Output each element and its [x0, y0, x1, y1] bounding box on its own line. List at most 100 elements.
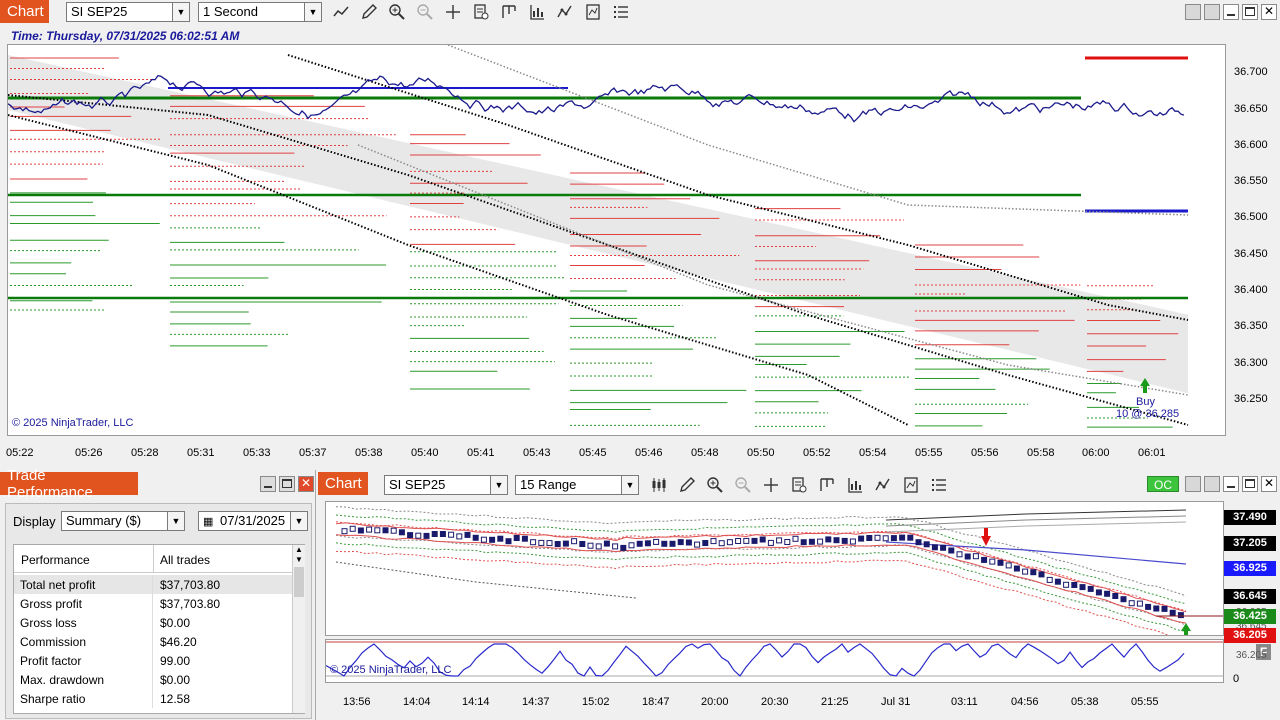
candle	[997, 559, 1004, 566]
bar-chart-icon[interactable]	[527, 2, 547, 22]
candle	[726, 539, 733, 546]
price-badge: 36.645	[1224, 589, 1276, 604]
candlestick-icon[interactable]	[649, 475, 669, 495]
interval-selector[interactable]: 15 Range ▼	[515, 475, 639, 495]
instrument-selector[interactable]: SI SEP25 ▼	[384, 475, 508, 495]
chevron-down-icon[interactable]: ▼	[290, 512, 307, 530]
tile-icon[interactable]	[1204, 4, 1220, 20]
candle	[735, 538, 742, 544]
list-icon[interactable]	[611, 2, 631, 22]
close-button[interactable]: ✕	[298, 476, 314, 492]
minimize-button[interactable]	[1223, 4, 1239, 20]
top-chart-tab[interactable]: Chart	[0, 0, 49, 23]
table-row[interactable]: Gross profit $37,703.80	[14, 594, 292, 613]
indicators-icon[interactable]	[873, 475, 893, 495]
zoom-in-icon[interactable]	[387, 2, 407, 22]
value-area-shade	[8, 55, 1188, 394]
column-divider	[153, 545, 154, 573]
candle	[562, 540, 569, 547]
price-tick-label: 36.450	[1234, 248, 1268, 260]
oscillator-panel[interactable]: © 2025 NinjaTrader, LLC	[325, 639, 1224, 683]
close-button[interactable]: ✕	[1261, 476, 1277, 492]
line-chart-icon[interactable]	[331, 2, 351, 22]
top-chart-window: Chart SI SEP25 ▼ 1 Second ▼ ✕ Time: Thur…	[0, 0, 1280, 467]
list-icon[interactable]	[929, 475, 949, 495]
tile-icon[interactable]	[1185, 476, 1201, 492]
candle	[472, 534, 479, 541]
zoom-out-icon[interactable]	[415, 2, 435, 22]
minimize-button[interactable]	[260, 476, 276, 492]
tile-icon[interactable]	[1185, 4, 1201, 20]
scroll-thumb[interactable]	[294, 567, 304, 597]
calendar-icon[interactable]: ▦	[203, 516, 213, 528]
column-header-all-trades[interactable]: All trades	[160, 553, 210, 567]
chevron-down-icon[interactable]: ▼	[304, 3, 321, 21]
table-row[interactable]: Profit factor 99.00	[14, 651, 292, 670]
row-label: Total net profit	[14, 575, 153, 594]
maximize-button[interactable]	[1242, 476, 1258, 492]
chevron-down-icon[interactable]: ▼	[172, 3, 189, 21]
scroll-up-icon[interactable]: ▲	[293, 545, 305, 555]
table-row[interactable]: Gross loss $0.00	[14, 613, 292, 632]
candle	[521, 535, 528, 542]
time-tick-label: 14:14	[462, 696, 490, 708]
strategy-icon[interactable]	[583, 2, 603, 22]
drawing-tools-icon[interactable]	[499, 2, 519, 22]
zoom-out-icon[interactable]	[733, 475, 753, 495]
bar-chart-icon[interactable]	[845, 475, 865, 495]
price-badge: 36.205	[1224, 628, 1276, 643]
candle	[456, 533, 463, 540]
price-tick-label: 36.350	[1234, 320, 1268, 332]
table-row[interactable]: Sharpe ratio 12.58	[14, 689, 292, 708]
zoom-in-icon[interactable]	[705, 475, 725, 495]
drawing-tools-icon[interactable]	[817, 475, 837, 495]
candle	[366, 526, 373, 533]
perf-content: Display Summary ($) ▼ ▦ 07/31/2025 ▼ Per…	[5, 503, 312, 719]
table-row[interactable]: Max. drawdown $0.00	[14, 670, 292, 689]
top-price-panel[interactable]: © 2025 NinjaTrader, LLC Buy 10 @ 36.285	[7, 44, 1226, 436]
maximize-button[interactable]	[279, 476, 295, 492]
minimize-button[interactable]	[1223, 476, 1239, 492]
time-tick-label: 05:48	[691, 447, 719, 459]
instrument-selector[interactable]: SI SEP25 ▼	[66, 2, 190, 22]
pencil-icon[interactable]	[359, 2, 379, 22]
candle	[882, 535, 889, 542]
display-selector[interactable]: Summary ($) ▼	[61, 511, 185, 531]
properties-icon[interactable]	[789, 475, 809, 495]
properties-icon[interactable]	[471, 2, 491, 22]
top-price-chart[interactable]	[8, 45, 1226, 436]
candle	[1177, 612, 1184, 619]
candle	[1128, 600, 1135, 607]
pencil-icon[interactable]	[677, 475, 697, 495]
candle	[964, 553, 971, 560]
strategy-icon[interactable]	[901, 475, 921, 495]
column-header-performance[interactable]: Performance	[21, 553, 90, 567]
scrollbar[interactable]: ▲ ▼	[292, 545, 305, 713]
candle	[1013, 565, 1020, 572]
trade-performance-tab[interactable]: Trade Performance	[0, 467, 138, 501]
candle	[1153, 605, 1160, 612]
bottom-price-chart[interactable]	[326, 502, 1224, 636]
chevron-down-icon[interactable]: ▼	[167, 512, 184, 530]
bottom-chart-tab[interactable]: Chart	[318, 472, 368, 495]
chevron-down-icon[interactable]: ▼	[621, 476, 638, 494]
scroll-down-icon[interactable]: ▼	[293, 555, 305, 565]
tile-icon[interactable]	[1204, 476, 1220, 492]
interval-selector[interactable]: 1 Second ▼	[198, 2, 322, 22]
price-tick-label: 36.205	[1236, 650, 1267, 661]
chevron-down-icon[interactable]: ▼	[490, 476, 507, 494]
envelope-line	[335, 561, 637, 599]
indicators-icon[interactable]	[555, 2, 575, 22]
table-row[interactable]: Commission $46.20	[14, 632, 292, 651]
close-button[interactable]: ✕	[1261, 4, 1277, 20]
crosshair-icon[interactable]	[443, 2, 463, 22]
candle	[858, 535, 865, 542]
table-row[interactable]: Total net profit $37,703.80	[14, 575, 292, 594]
oscillator-chart[interactable]	[326, 640, 1224, 683]
crosshair-icon[interactable]	[761, 475, 781, 495]
interval-value: 1 Second	[203, 4, 258, 19]
date-picker[interactable]: ▦ 07/31/2025 ▼	[198, 511, 308, 531]
maximize-button[interactable]	[1242, 4, 1258, 20]
bottom-price-panel[interactable]	[325, 501, 1224, 636]
oc-button[interactable]: OC	[1147, 476, 1179, 492]
